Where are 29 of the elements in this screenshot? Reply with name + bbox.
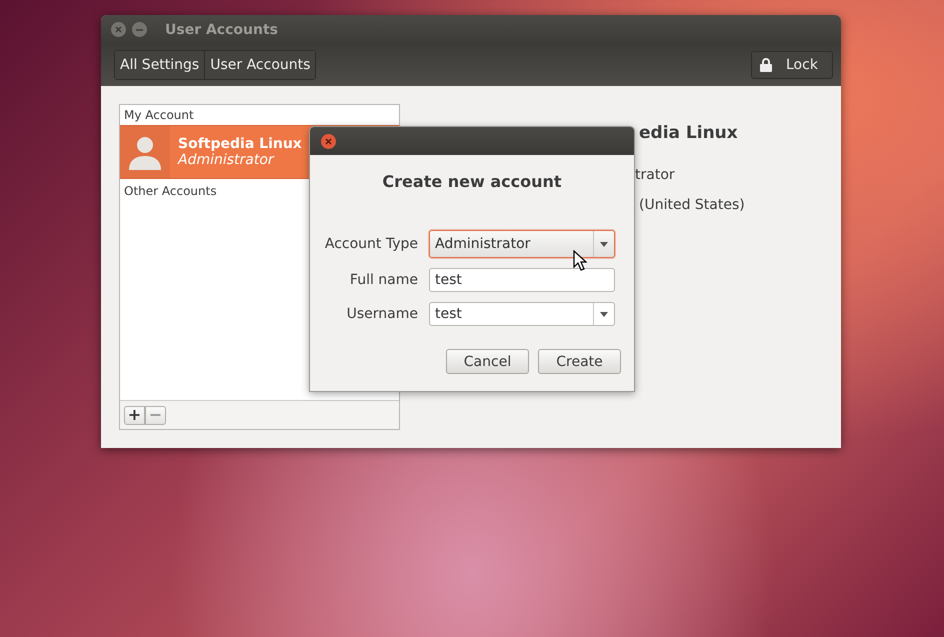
close-icon: [115, 26, 122, 33]
cancel-button[interactable]: Cancel: [446, 349, 529, 374]
account-role: Administrator: [178, 152, 276, 168]
create-button[interactable]: Create: [538, 349, 621, 374]
minimize-icon: [136, 28, 143, 30]
add-button[interactable]: +: [124, 406, 145, 424]
mouse-pointer-icon: [573, 250, 587, 271]
breadcrumb-button[interactable]: All Settings: [115, 51, 204, 79]
close-button[interactable]: [321, 134, 336, 148]
account-type-value: trator: [635, 167, 676, 183]
language-value: (United States): [639, 197, 745, 213]
dropdown-arrow-icon: [600, 242, 608, 246]
section-heading: My Account: [123, 107, 195, 124]
user-name: edia Linux: [639, 123, 739, 143]
username-combo-field[interactable]: test: [429, 302, 615, 326]
lock-icon: [760, 58, 772, 72]
account-name: Softpedia Linux: [178, 136, 302, 152]
field-label: Username: [346, 306, 418, 322]
window-title: User Accounts: [165, 22, 278, 38]
field-label: Full name: [348, 272, 418, 288]
minimize-button[interactable]: [132, 22, 147, 37]
field-label: Account Type: [324, 236, 418, 252]
full-name-field[interactable]: test: [429, 268, 615, 292]
lock-button[interactable]: Lock: [751, 51, 833, 79]
close-button[interactable]: [111, 22, 126, 37]
account-type-dropdown[interactable]: Administrator: [429, 230, 615, 258]
close-icon: [325, 138, 332, 144]
breadcrumb-button[interactable]: User Accounts: [204, 51, 316, 79]
dropdown-arrow-icon: [600, 312, 608, 316]
